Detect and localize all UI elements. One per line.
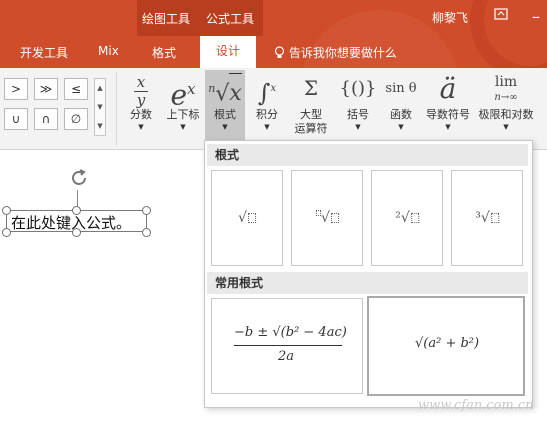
symbol-button[interactable]: ≫ <box>34 78 58 100</box>
section-header-radicals: 根式 <box>207 144 528 166</box>
scroll-up-icon[interactable]: ▲ <box>95 79 105 98</box>
pythagoras-formula: √(a² + b²) <box>415 336 480 351</box>
limit-log-label: 极限和对数 <box>478 108 534 121</box>
limit-icon: lim n→∞ <box>494 74 518 103</box>
quadratic-formula-tile[interactable]: −b ± √(b² − 4ac) 2a <box>211 298 363 394</box>
minimize-icon[interactable]: – <box>526 7 546 27</box>
radical-tile-square-root[interactable]: √ <box>211 170 283 266</box>
accent-icon: ä <box>439 72 457 105</box>
tab-developer[interactable]: 开发工具 <box>20 44 68 61</box>
resize-handle[interactable] <box>142 206 151 215</box>
symbol-button[interactable]: ∪ <box>4 108 28 130</box>
equation-tools-label: 公式工具 <box>206 12 255 26</box>
rotate-handle-icon[interactable] <box>67 166 91 190</box>
resize-handle[interactable] <box>72 228 81 237</box>
accent-label: 导数符号 <box>426 108 470 121</box>
symbol-button[interactable]: ∅ <box>64 108 88 130</box>
pythagoras-tile[interactable]: √(a² + b²) <box>367 296 525 396</box>
limit-log-button[interactable]: lim n→∞ 极限和对数 ▼ <box>475 70 537 148</box>
ribbon-display-options-icon[interactable] <box>491 7 511 27</box>
bracket-icon: {()} <box>339 78 377 99</box>
fraction-button[interactable]: xy 分数 ▼ <box>124 70 158 148</box>
symbol-gallery-scrollbar[interactable]: ▲ ▼ ▼ <box>94 78 106 136</box>
resize-handle[interactable] <box>142 228 151 237</box>
gallery-more-icon[interactable]: ▼ <box>95 117 105 136</box>
sigma-icon: Σ <box>303 76 319 100</box>
radical-button[interactable]: n√x 根式 ▼ <box>205 70 245 148</box>
square-root-icon: √ <box>238 210 256 226</box>
function-button[interactable]: sin θ 函数 ▼ <box>382 70 420 148</box>
group-separator <box>116 72 117 146</box>
chevron-down-icon: ▼ <box>445 123 451 131</box>
symbol-button[interactable]: > <box>4 78 28 100</box>
tab-design[interactable]: 设计 <box>200 36 256 68</box>
watermark: www.cfan.com.cn <box>418 398 534 413</box>
drawing-tools-label: 绘图工具 <box>142 12 191 26</box>
accent-button[interactable]: ä 导数符号 ▼ <box>424 70 472 148</box>
symbol-button[interactable]: ∩ <box>34 108 58 130</box>
tell-me-label: 告诉我你想要做什么 <box>288 46 397 60</box>
large-operator-label-1: 大型 <box>300 108 322 121</box>
radical-tile-nth-root[interactable]: √ <box>291 170 363 266</box>
tab-mix[interactable]: Mix <box>98 44 119 58</box>
integral-icon: ∫x <box>257 79 277 107</box>
integral-label: 积分 <box>256 108 278 121</box>
radical-icon: n√x <box>205 70 245 108</box>
large-operator-label-2: 运算符 <box>294 122 328 135</box>
quadratic-denominator: 2a <box>278 349 295 364</box>
fraction-label: 分数 <box>130 108 152 121</box>
function-label: 函数 <box>390 108 412 121</box>
superscript-icon: ex <box>170 78 196 112</box>
cube-root-icon: ³√ <box>475 210 499 226</box>
chevron-down-icon: ▼ <box>398 123 404 131</box>
radical-tile-square-root-index[interactable]: ²√ <box>371 170 443 266</box>
radical-dropdown: 根式 √ √ ²√ ³√ 常用根式 −b ± √(b² − 4ac) 2a √(… <box>204 140 533 408</box>
large-operator-button[interactable]: Σ 大型 运算符 <box>288 70 334 148</box>
script-label: 上下标 <box>166 108 200 121</box>
fraction-icon: xy <box>124 70 158 109</box>
nth-root-icon: √ <box>315 210 339 226</box>
equation-placeholder-text[interactable]: 在此处键入公式。 <box>11 212 131 233</box>
chevron-down-icon: ▼ <box>264 123 270 131</box>
function-icon: sin θ <box>385 81 417 96</box>
ribbon-tab-bar: 绘图工具 公式工具 柳黎飞 – 开发工具 Mix 格式 设计 告诉我你想要做什么 <box>0 0 547 68</box>
chevron-down-icon: ▼ <box>138 123 144 131</box>
user-name[interactable]: 柳黎飞 <box>432 9 468 26</box>
square-root-index-icon: ²√ <box>395 210 419 226</box>
lightbulb-icon <box>274 46 285 58</box>
section-header-common-radicals: 常用根式 <box>207 272 528 294</box>
chevron-down-icon: ▼ <box>355 123 361 131</box>
integral-button[interactable]: ∫x 积分 ▼ <box>249 70 285 148</box>
fraction-bar <box>234 345 342 346</box>
bracket-button[interactable]: {()} 括号 ▼ <box>338 70 378 148</box>
symbol-button[interactable]: ≤ <box>64 78 88 100</box>
bracket-label: 括号 <box>347 108 369 121</box>
resize-handle[interactable] <box>72 206 81 215</box>
ribbon: > ≫ ≤ ∪ ∩ ∅ ▲ ▼ ▼ xy 分数 ▼ ex 上下标 ▼ n√x 根… <box>0 68 547 150</box>
chevron-down-icon: ▼ <box>180 123 186 131</box>
resize-handle[interactable] <box>2 228 11 237</box>
quadratic-numerator: −b ± √(b² − 4ac) <box>234 325 347 340</box>
script-button[interactable]: ex 上下标 ▼ <box>162 70 204 148</box>
chevron-down-icon: ▼ <box>222 123 228 131</box>
resize-handle[interactable] <box>2 206 11 215</box>
scroll-down-icon[interactable]: ▼ <box>95 98 105 117</box>
radical-tile-cube-root[interactable]: ³√ <box>451 170 523 266</box>
tab-format[interactable]: 格式 <box>152 44 176 61</box>
tell-me-search[interactable]: 告诉我你想要做什么 <box>274 44 397 61</box>
chevron-down-icon: ▼ <box>503 123 509 131</box>
